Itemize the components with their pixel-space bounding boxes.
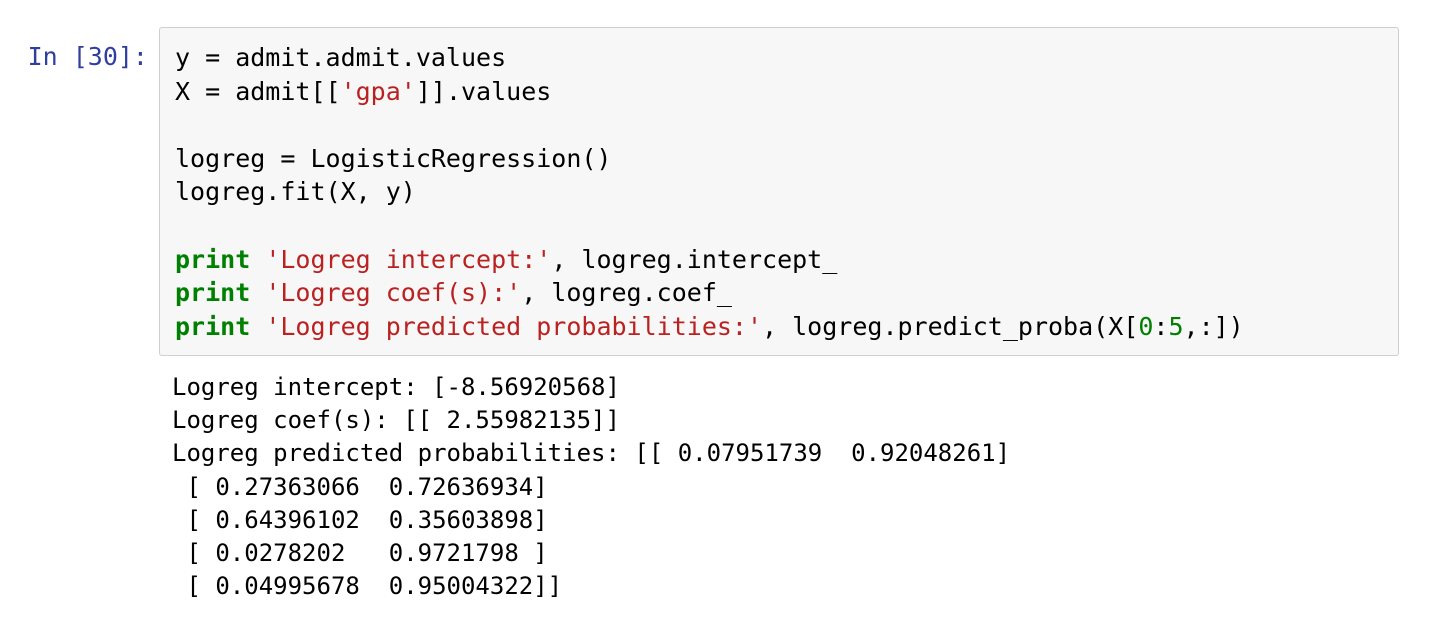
output-line: [ 0.0278202 0.9721798 ] xyxy=(172,538,548,567)
code-text: : xyxy=(1153,311,1169,341)
code-text: , logreg.predict_proba(X[ xyxy=(762,311,1139,341)
code-text: , logreg.intercept_ xyxy=(551,244,838,274)
code-text: ,:]) xyxy=(1183,311,1244,341)
output-line: Logreg intercept: [-8.56920568] xyxy=(172,373,620,401)
code-text: ]].values xyxy=(415,76,552,106)
code-line: logreg.fit(X, y) xyxy=(175,175,1244,209)
code-keyword: print xyxy=(175,244,251,274)
code-string: 'Logreg coef(s):' xyxy=(265,278,522,308)
code-text: , logreg.coef_ xyxy=(521,278,732,308)
code-text: X = admit[[ xyxy=(175,76,341,106)
code-string: 'gpa' xyxy=(340,76,416,106)
code-keyword: print xyxy=(175,311,251,341)
output-line: [ 0.04995678 0.95004322]] xyxy=(172,572,563,601)
code-line: X = admit[['gpa']].values xyxy=(175,75,1244,109)
code-editor[interactable]: y = admit.admit.values X = admit[['gpa']]… xyxy=(175,41,1244,343)
output-line: Logreg predicted probabilities: [[ 0.079… xyxy=(172,439,1011,468)
code-input-area[interactable]: y = admit.admit.values X = admit[['gpa']]… xyxy=(159,27,1399,356)
code-line: y = admit.admit.values xyxy=(175,41,1244,75)
output-line: Logreg coef(s): [[ 2.55982135]] xyxy=(172,406,620,435)
output-line: [ 0.27363066 0.72636934] xyxy=(172,472,548,501)
code-number: 0 xyxy=(1138,311,1154,341)
code-text: y = admit.admit.values xyxy=(175,43,507,72)
code-text: logreg = LogisticRegression() xyxy=(175,143,612,173)
cell-output: Logreg intercept: [-8.56920568] Logreg co… xyxy=(172,371,1010,603)
code-text: logreg.fit(X, y) xyxy=(175,177,416,207)
code-string: 'Logreg predicted probabilities:' xyxy=(265,311,763,341)
code-line: print 'Logreg intercept:', logreg.interc… xyxy=(175,243,1244,277)
code-number: 5 xyxy=(1168,311,1184,341)
code-keyword: print xyxy=(175,278,251,308)
code-line: logreg = LogisticRegression() xyxy=(175,142,1244,176)
input-prompt: In [30]: xyxy=(27,42,148,71)
code-line: print 'Logreg coef(s):', logreg.coef_ xyxy=(175,276,1244,310)
code-string: 'Logreg intercept:' xyxy=(265,244,552,274)
code-line: print 'Logreg predicted probabilities:',… xyxy=(175,310,1244,344)
output-line: [ 0.64396102 0.35603898] xyxy=(172,505,548,534)
